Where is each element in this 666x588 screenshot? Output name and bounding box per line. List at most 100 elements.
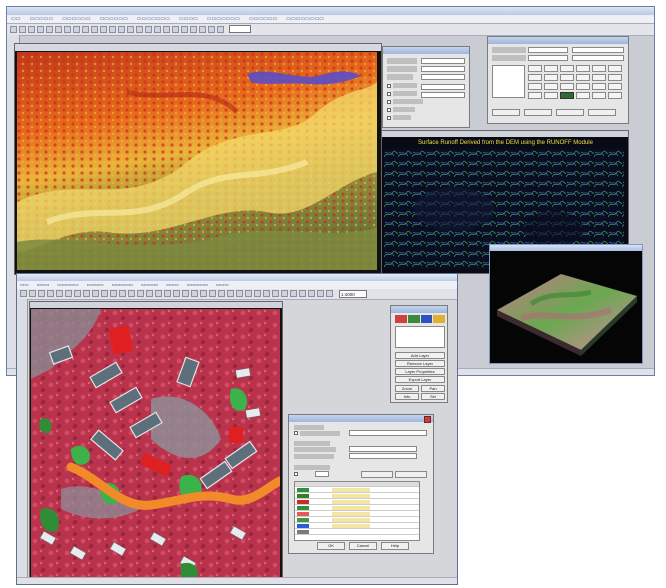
menu-item[interactable]: ▭▭▭: [37, 281, 50, 289]
class-table-row[interactable]: [295, 500, 419, 505]
class-swatch[interactable]: [297, 512, 309, 516]
toolbar-button[interactable]: [10, 26, 17, 33]
toolbar-button[interactable]: [127, 26, 134, 33]
class-swatch[interactable]: [297, 500, 309, 504]
menu-item[interactable]: ▭▭: [20, 281, 29, 289]
dem-relief-map[interactable]: [17, 52, 377, 270]
text-field[interactable]: [528, 55, 568, 61]
keypad-button[interactable]: [528, 83, 542, 90]
toolbar-button[interactable]: [317, 290, 324, 297]
text-field[interactable]: [528, 47, 568, 53]
toolbar-button[interactable]: [164, 290, 171, 297]
toolbar-button[interactable]: [200, 290, 207, 297]
option-checkbox[interactable]: [387, 100, 391, 104]
class-table-row[interactable]: [295, 530, 419, 535]
keypad-button[interactable]: [608, 92, 622, 99]
export-layer-button[interactable]: Export Layer: [395, 376, 445, 383]
close-icon[interactable]: [424, 416, 431, 423]
class-swatch[interactable]: [297, 488, 309, 492]
menu-item[interactable]: ▭▭▭▭▭▭: [99, 15, 127, 23]
toolbar-button[interactable]: [46, 26, 53, 33]
toolbar-button[interactable]: [236, 290, 243, 297]
band-thumbnail[interactable]: [420, 315, 433, 323]
toolbar-button[interactable]: [137, 290, 144, 297]
menu-item[interactable]: ▭▭▭▭▭: [112, 281, 133, 289]
keypad-button[interactable]: [608, 65, 622, 72]
toolbar-button[interactable]: [64, 26, 71, 33]
menu-item[interactable]: ▭▭▭▭▭▭▭: [207, 15, 240, 23]
menu-item[interactable]: ▭▭▭: [216, 281, 229, 289]
keypad-button[interactable]: [544, 65, 558, 72]
zoom-button[interactable]: Zoom: [395, 385, 419, 392]
toolbar-button[interactable]: [92, 290, 99, 297]
menu-item[interactable]: ▭▭: [11, 15, 20, 23]
menu-item[interactable]: ▭▭▭▭▭▭▭: [137, 15, 170, 23]
class-swatch[interactable]: [297, 530, 309, 534]
toolbar-button[interactable]: [208, 26, 215, 33]
band-thumbnail[interactable]: [433, 315, 445, 323]
toolbar-button[interactable]: [299, 290, 306, 297]
keypad-button[interactable]: [576, 65, 590, 72]
toolbar-button[interactable]: [191, 290, 198, 297]
layer-list[interactable]: [492, 65, 525, 98]
text-field[interactable]: [421, 58, 465, 64]
menu-item[interactable]: ▭▭▭: [166, 281, 179, 289]
toolbar-button[interactable]: [109, 26, 116, 33]
cancel-button[interactable]: Cancel: [349, 542, 377, 550]
add-layer-button[interactable]: Add Layer: [395, 352, 445, 359]
aerial-image[interactable]: [31, 309, 280, 579]
class-swatch[interactable]: [297, 494, 309, 498]
dialog-button[interactable]: [588, 109, 616, 116]
toolbar-button[interactable]: [218, 290, 225, 297]
dialog-button[interactable]: [524, 109, 552, 116]
toolbar-button[interactable]: [37, 26, 44, 33]
class-swatch[interactable]: [297, 524, 309, 528]
keypad-button[interactable]: [544, 83, 558, 90]
toolbar-button[interactable]: [119, 290, 126, 297]
keypad-button[interactable]: [560, 83, 574, 90]
3d-terrain-view[interactable]: [491, 252, 641, 362]
toolbar-button[interactable]: [74, 290, 81, 297]
dialog-button[interactable]: [395, 471, 427, 478]
menu-item[interactable]: ▭▭▭▭▭: [187, 281, 208, 289]
toolbar-button[interactable]: [263, 290, 270, 297]
keypad-button[interactable]: [528, 74, 542, 81]
menu-item[interactable]: ▭▭▭▭: [141, 281, 158, 289]
class-name-cell[interactable]: [332, 500, 370, 504]
menu-item[interactable]: ▭▭▭▭▭: [29, 15, 53, 23]
menu-item[interactable]: ▭▭▭▭▭▭: [249, 15, 277, 23]
class-name-cell[interactable]: [332, 494, 370, 498]
text-field[interactable]: [421, 66, 465, 72]
select-button[interactable]: Sel: [421, 393, 445, 400]
class-table-row[interactable]: [295, 488, 419, 493]
keypad-button[interactable]: [528, 65, 542, 72]
select-field[interactable]: [315, 471, 329, 477]
band-thumbnail[interactable]: [407, 315, 420, 323]
toolbar-button[interactable]: [29, 290, 36, 297]
toolbar-button[interactable]: [91, 26, 98, 33]
keypad-button[interactable]: [576, 92, 590, 99]
menu-item[interactable]: ▭▭▭▭: [87, 281, 104, 289]
info-button[interactable]: Info: [395, 393, 419, 400]
keypad-button[interactable]: [560, 74, 574, 81]
toolbar-button[interactable]: [227, 290, 234, 297]
class-table-row[interactable]: [295, 524, 419, 529]
class-swatch[interactable]: [297, 506, 309, 510]
toolbar-button[interactable]: [145, 26, 152, 33]
toolbar-button[interactable]: [73, 26, 80, 33]
toolbar-button[interactable]: [182, 290, 189, 297]
toolbar-button[interactable]: [181, 26, 188, 33]
zoom-select[interactable]: [229, 25, 251, 33]
select-field[interactable]: [349, 446, 417, 452]
option-radio[interactable]: [294, 431, 298, 435]
toolbar-button[interactable]: [83, 290, 90, 297]
menu-item[interactable]: ▭▭▭▭: [179, 15, 198, 23]
text-field[interactable]: [572, 55, 624, 61]
keypad-button[interactable]: [608, 83, 622, 90]
toolbar-button[interactable]: [326, 290, 333, 297]
keypad-button[interactable]: [592, 65, 606, 72]
keypad-button[interactable]: [576, 74, 590, 81]
layer-list[interactable]: [395, 326, 445, 348]
toolbar-button[interactable]: [146, 290, 153, 297]
toolbar-button[interactable]: [173, 290, 180, 297]
